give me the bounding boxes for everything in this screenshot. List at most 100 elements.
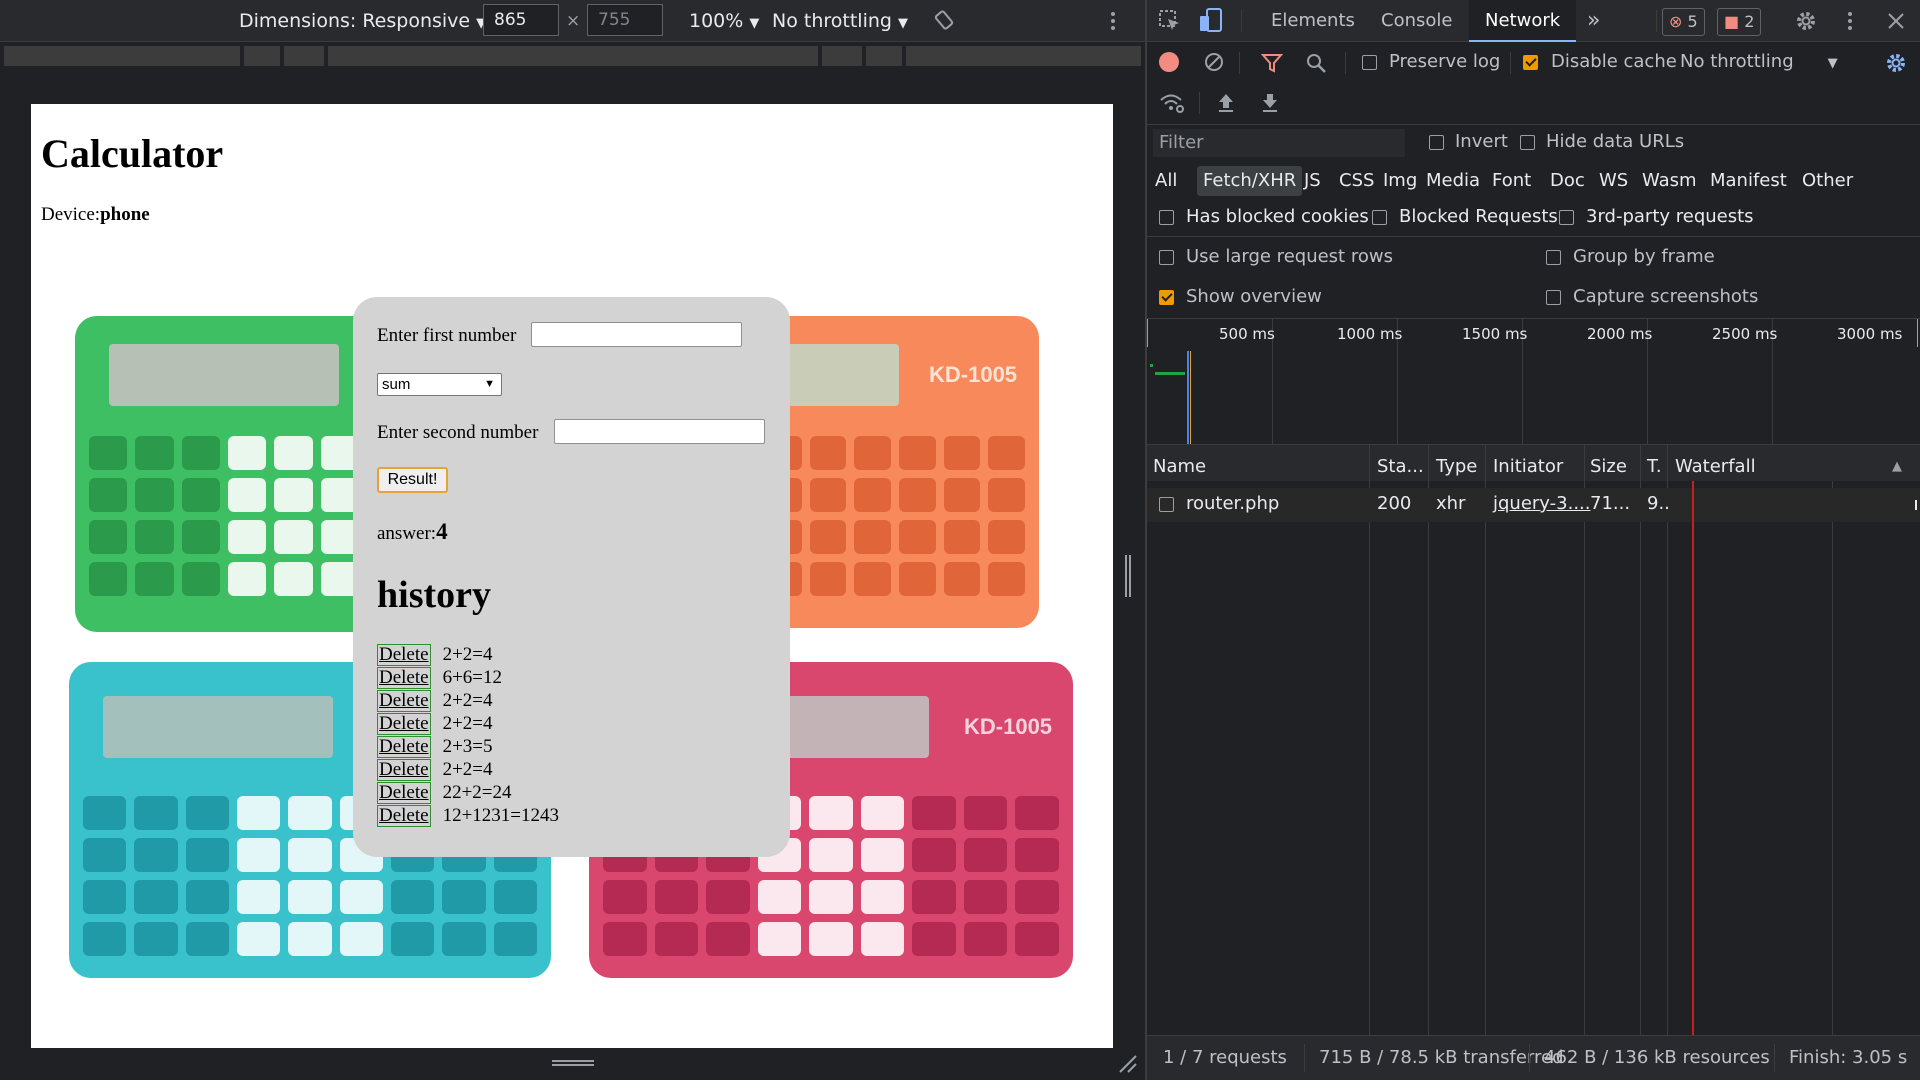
type-filter-img[interactable]: Img <box>1377 166 1423 196</box>
third-party-checkbox[interactable] <box>1559 210 1574 225</box>
network-throttling-dropdown[interactable]: No throttling ▼ <box>1680 51 1838 72</box>
table-row[interactable]: router.php 200 xhr jquery-3.... 71... 9.… <box>1147 488 1920 522</box>
height-input[interactable]: 755 <box>587 4 663 36</box>
overview-handle-right[interactable] <box>1917 319 1918 347</box>
network-overview[interactable]: 500 ms 1000 ms 1500 ms 2000 ms 2500 ms 3… <box>1147 319 1920 444</box>
type-filter-fetch-xhr[interactable]: Fetch/XHR <box>1197 166 1303 196</box>
sort-ascending-icon[interactable]: ▲ <box>1892 459 1902 474</box>
rotate-icon[interactable] <box>934 10 954 30</box>
timeline-tick: 3000 ms <box>1837 325 1903 343</box>
error-count-badge[interactable]: ⊗ 5 <box>1662 8 1705 36</box>
tab-console[interactable]: Console <box>1381 0 1452 42</box>
column-size[interactable]: Size <box>1590 456 1627 477</box>
delete-button[interactable]: Delete <box>377 713 431 735</box>
timeline-tick: 2000 ms <box>1587 325 1653 343</box>
calculator-screen <box>779 696 929 758</box>
has-blocked-cookies-checkbox[interactable] <box>1159 210 1174 225</box>
delete-button[interactable]: Delete <box>377 805 431 827</box>
delete-button[interactable]: Delete <box>377 782 431 804</box>
column-status[interactable]: Sta... <box>1377 456 1424 477</box>
zoom-dropdown[interactable]: 100% ▼ <box>689 0 759 45</box>
preserve-log-label: Preserve log <box>1389 51 1501 72</box>
type-filter-all[interactable]: All <box>1149 166 1183 196</box>
type-filter-font[interactable]: Font <box>1486 166 1537 196</box>
more-options-icon[interactable] <box>1847 11 1853 31</box>
tab-elements[interactable]: Elements <box>1271 0 1355 42</box>
network-conditions-icon[interactable] <box>1159 92 1184 114</box>
large-rows-checkbox[interactable] <box>1159 250 1174 265</box>
delete-button[interactable]: Delete <box>377 667 431 689</box>
inspect-element-icon[interactable] <box>1159 10 1181 32</box>
type-filter-other[interactable]: Other <box>1796 166 1859 196</box>
issues-count-badge[interactable]: ■ 2 <box>1717 8 1762 36</box>
delete-button[interactable]: Delete <box>377 759 431 781</box>
filter-icon[interactable] <box>1260 52 1284 74</box>
request-row-checkbox[interactable] <box>1159 497 1174 512</box>
delete-button[interactable]: Delete <box>377 690 431 712</box>
filter-input[interactable]: Filter <box>1153 129 1405 157</box>
device-toolbar: Dimensions: Responsive ▼ 865 × 755 100% ▼ … <box>0 0 1145 42</box>
hide-data-urls-checkbox[interactable] <box>1520 135 1535 150</box>
column-name[interactable]: Name <box>1153 456 1206 477</box>
dimensions-dropdown[interactable]: Dimensions: Responsive ▼ <box>239 0 486 45</box>
second-number-input[interactable] <box>554 419 765 444</box>
type-filter-media[interactable]: Media <box>1420 166 1486 196</box>
preserve-log-checkbox[interactable] <box>1362 55 1377 70</box>
overview-handle-left[interactable] <box>1147 319 1148 347</box>
import-har-icon[interactable] <box>1217 92 1235 114</box>
resize-handle-bottom[interactable] <box>552 1060 594 1066</box>
load-marker <box>1190 351 1191 444</box>
media-query-segment[interactable] <box>906 46 1141 66</box>
request-initiator-link[interactable]: jquery-3.... <box>1493 493 1590 514</box>
device-toggle-icon[interactable] <box>1199 8 1222 34</box>
divider <box>1345 52 1346 74</box>
first-number-input[interactable] <box>531 322 742 347</box>
overview-request-bar <box>1155 372 1185 375</box>
capture-screenshots-checkbox[interactable] <box>1546 290 1561 305</box>
divider <box>1239 52 1240 74</box>
more-options-icon[interactable] <box>1110 11 1116 31</box>
media-query-segment[interactable] <box>244 46 280 66</box>
show-overview-checkbox[interactable] <box>1159 290 1174 305</box>
page-viewport: Calculator Device:phone KD-1005 KD-1005 … <box>31 104 1113 1048</box>
column-initiator[interactable]: Initiator <box>1493 456 1563 477</box>
history-row: Delete 22+2=24 <box>377 782 512 804</box>
type-filter-js[interactable]: JS <box>1298 166 1327 196</box>
export-har-icon[interactable] <box>1261 92 1279 114</box>
record-icon[interactable] <box>1159 52 1179 72</box>
resize-handle-right[interactable] <box>1125 555 1131 597</box>
network-settings-gear-icon[interactable] <box>1885 52 1907 74</box>
media-query-segment[interactable] <box>328 46 818 66</box>
operation-select[interactable]: sum ▼ <box>377 373 502 396</box>
group-by-frame-checkbox[interactable] <box>1546 250 1561 265</box>
invert-checkbox[interactable] <box>1429 135 1444 150</box>
search-icon[interactable] <box>1305 52 1327 74</box>
column-type[interactable]: Type <box>1436 456 1477 477</box>
disable-cache-checkbox[interactable] <box>1523 55 1538 70</box>
media-query-segment[interactable] <box>284 46 324 66</box>
delete-button[interactable]: Delete <box>377 736 431 758</box>
media-query-segment[interactable] <box>4 46 240 66</box>
close-icon[interactable] <box>1887 12 1905 30</box>
resize-corner-icon[interactable] <box>1118 1054 1138 1074</box>
resources-size: 462 B / 136 kB resources <box>1544 1047 1770 1068</box>
throttling-dropdown[interactable]: No throttling ▼ <box>772 0 908 45</box>
gear-icon[interactable] <box>1795 10 1817 32</box>
column-time[interactable]: T. <box>1647 456 1662 477</box>
result-button[interactable]: Result! <box>377 467 448 493</box>
type-filter-css[interactable]: CSS <box>1333 166 1380 196</box>
blocked-requests-checkbox[interactable] <box>1372 210 1387 225</box>
type-filter-manifest[interactable]: Manifest <box>1704 166 1793 196</box>
type-filter-wasm[interactable]: Wasm <box>1636 166 1703 196</box>
clear-icon[interactable] <box>1204 52 1224 72</box>
type-filter-doc[interactable]: Doc <box>1544 166 1591 196</box>
width-input[interactable]: 865 <box>483 4 559 36</box>
answer-line: answer:4 <box>377 519 448 545</box>
tab-network[interactable]: Network <box>1469 0 1577 42</box>
type-filter-ws[interactable]: WS <box>1593 166 1634 196</box>
more-tabs-icon[interactable]: » <box>1587 0 1600 42</box>
media-query-segment[interactable] <box>866 46 902 66</box>
column-waterfall[interactable]: Waterfall <box>1675 456 1756 477</box>
media-query-segment[interactable] <box>822 46 862 66</box>
delete-button[interactable]: Delete <box>377 644 431 666</box>
